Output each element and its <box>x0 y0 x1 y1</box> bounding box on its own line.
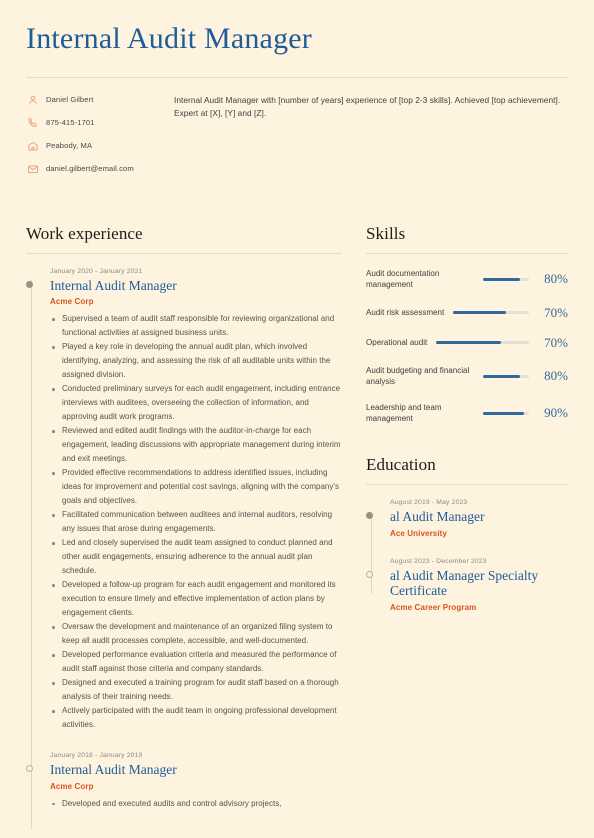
entry-date: January 2018 - January 2019 <box>50 752 143 760</box>
skill-row: Leadership and team management 90% <box>366 402 568 425</box>
skill-label: Audit budgeting and financial analysis <box>366 365 470 387</box>
person-icon <box>26 94 39 107</box>
work-experience-timeline: January 2020 - January 2021 Internal Audi… <box>26 267 342 829</box>
skill-progress-fill <box>436 341 502 345</box>
skill-label: Audit documentation management <box>366 268 440 290</box>
work-experience-entry: January 2020 - January 2021 Internal Audi… <box>26 267 342 733</box>
summary-text: Internal Audit Manager with [number of y… <box>174 94 561 119</box>
contact-name-text: Daniel Gilbert <box>46 95 94 105</box>
entry-role-title: Internal Audit Manager <box>50 277 177 293</box>
skill-progress-fill <box>483 277 520 281</box>
entry-bullet-item: Led and closely supervised the audit tea… <box>50 536 342 578</box>
entry-bullet-item: Supervised a team of audit staff respons… <box>50 312 342 340</box>
entry-bullet-item: Played a key role in developing the annu… <box>50 340 342 382</box>
entry-company: Acme Corp <box>50 781 94 791</box>
education-entry: August 2019 - May 2023 al Audit Manager Ac… <box>366 499 568 538</box>
entry-role-title: Internal Audit Manager <box>50 762 177 778</box>
contact-location-text: Peabody, MA <box>46 141 93 151</box>
education-section: Education August 2019 - May 2023 al Audit… <box>366 455 568 612</box>
entry-bullet-item: Facilitated communication between audite… <box>50 508 342 536</box>
resume-body: Work experience January 2020 - January 2… <box>26 223 568 829</box>
skill-percent-value: 80% <box>544 271 568 287</box>
skills-list: Audit documentation management 80% Audit r… <box>366 268 568 426</box>
contact-item-location: Peabody, MA <box>26 140 152 153</box>
skill-row: Audit budgeting and financial analysis 80… <box>366 365 568 388</box>
contact-item-name: Daniel Gilbert <box>26 94 152 107</box>
contact-item-phone: 875-415-1701 <box>26 117 152 130</box>
education-institution: Acme Career Program <box>390 602 477 612</box>
work-experience-section: Work experience January 2020 - January 2… <box>26 223 342 829</box>
skill-progress-bar <box>436 341 529 345</box>
timeline-marker-icon <box>366 512 373 520</box>
education-degree: al Audit Manager <box>390 509 485 525</box>
contact-item-email: daniel.gilbert@email.com <box>26 163 152 176</box>
entry-bullet-item: Provided effective recommendations to ad… <box>50 466 342 508</box>
timeline-marker-icon <box>26 280 33 288</box>
entry-bullet-item: Developed performance evaluation criteri… <box>50 648 342 676</box>
contact-phone-text: 875-415-1701 <box>46 118 95 128</box>
skill-progress-bar <box>483 277 529 281</box>
entry-company: Acme Corp <box>50 297 94 307</box>
entry-bullet-list: Developed and executed audits and contro… <box>50 797 342 811</box>
entry-bullet-item: Reviewed and edited audit findings with … <box>50 424 342 466</box>
skills-title: Skills <box>366 223 406 243</box>
education-entry: August 2023 - December 2023 al Audit Mana… <box>366 557 568 612</box>
education-institution: Ace University <box>390 528 447 538</box>
education-divider <box>366 484 568 486</box>
work-experience-title: Work experience <box>26 223 143 243</box>
entry-bullet-item: Developed and executed audits and contro… <box>50 797 342 811</box>
timeline-marker-icon <box>26 765 33 773</box>
education-timeline: August 2019 - May 2023 al Audit Manager Ac… <box>366 499 568 612</box>
contact-email-text: daniel.gilbert@email.com <box>46 164 134 174</box>
skill-progress-bar <box>453 311 529 315</box>
phone-icon <box>26 117 39 130</box>
summary-block: Internal Audit Manager with [number of y… <box>152 94 568 186</box>
skill-row: Audit documentation management 80% <box>366 268 568 291</box>
skill-row: Operational audit 70% <box>366 335 568 351</box>
skill-progress-bar <box>483 374 529 378</box>
skill-percent-value: 70% <box>544 304 568 320</box>
header-details: Daniel Gilbert 875-415-1701 Peabody, MA … <box>26 94 568 186</box>
skill-progress-fill <box>453 311 507 315</box>
education-date: August 2023 - December 2023 <box>390 557 487 565</box>
skill-percent-value: 90% <box>544 405 568 421</box>
education-title: Education <box>366 455 436 475</box>
entry-bullet-item: Designed and executed a training program… <box>50 676 342 704</box>
skills-divider <box>366 252 568 254</box>
entry-bullet-item: Developed a follow-up program for each a… <box>50 578 342 620</box>
entry-bullet-item: Actively participated with the audit tea… <box>50 704 342 732</box>
skill-progress-fill <box>483 374 520 378</box>
skill-percent-value: 70% <box>544 334 568 350</box>
entry-bullet-item: Conducted preliminary surveys for each a… <box>50 382 342 424</box>
header-divider <box>26 76 568 78</box>
skill-progress-fill <box>483 411 525 415</box>
entry-date: January 2020 - January 2021 <box>50 267 143 275</box>
location-icon <box>26 140 39 153</box>
timeline-marker-icon <box>366 570 373 578</box>
email-icon <box>26 163 39 176</box>
skill-progress-bar <box>483 411 529 415</box>
page-title: Internal Audit Manager <box>26 22 312 55</box>
skills-section: Skills Audit documentation management 80%… <box>366 224 568 426</box>
education-date: August 2019 - May 2023 <box>390 499 468 507</box>
education-degree: al Audit Manager Specialty Certificate <box>390 567 539 599</box>
skill-label: Operational audit <box>366 337 428 347</box>
entry-bullet-list: Supervised a team of audit staff respons… <box>50 312 342 732</box>
work-experience-entry: January 2018 - January 2019 Internal Audi… <box>26 752 342 811</box>
contact-list: Daniel Gilbert 875-415-1701 Peabody, MA … <box>26 94 152 186</box>
work-experience-divider <box>26 252 342 254</box>
skill-percent-value: 80% <box>544 368 568 384</box>
skill-label: Leadership and team management <box>366 402 442 424</box>
entry-bullet-item: Oversaw the development and maintenance … <box>50 620 342 648</box>
resume-page: Internal Audit Manager Daniel Gilbert 87… <box>0 0 594 838</box>
sidebar-sections: Skills Audit documentation management 80%… <box>342 224 568 811</box>
skill-label: Audit risk assessment <box>366 307 445 317</box>
skill-row: Audit risk assessment 70% <box>366 305 568 321</box>
